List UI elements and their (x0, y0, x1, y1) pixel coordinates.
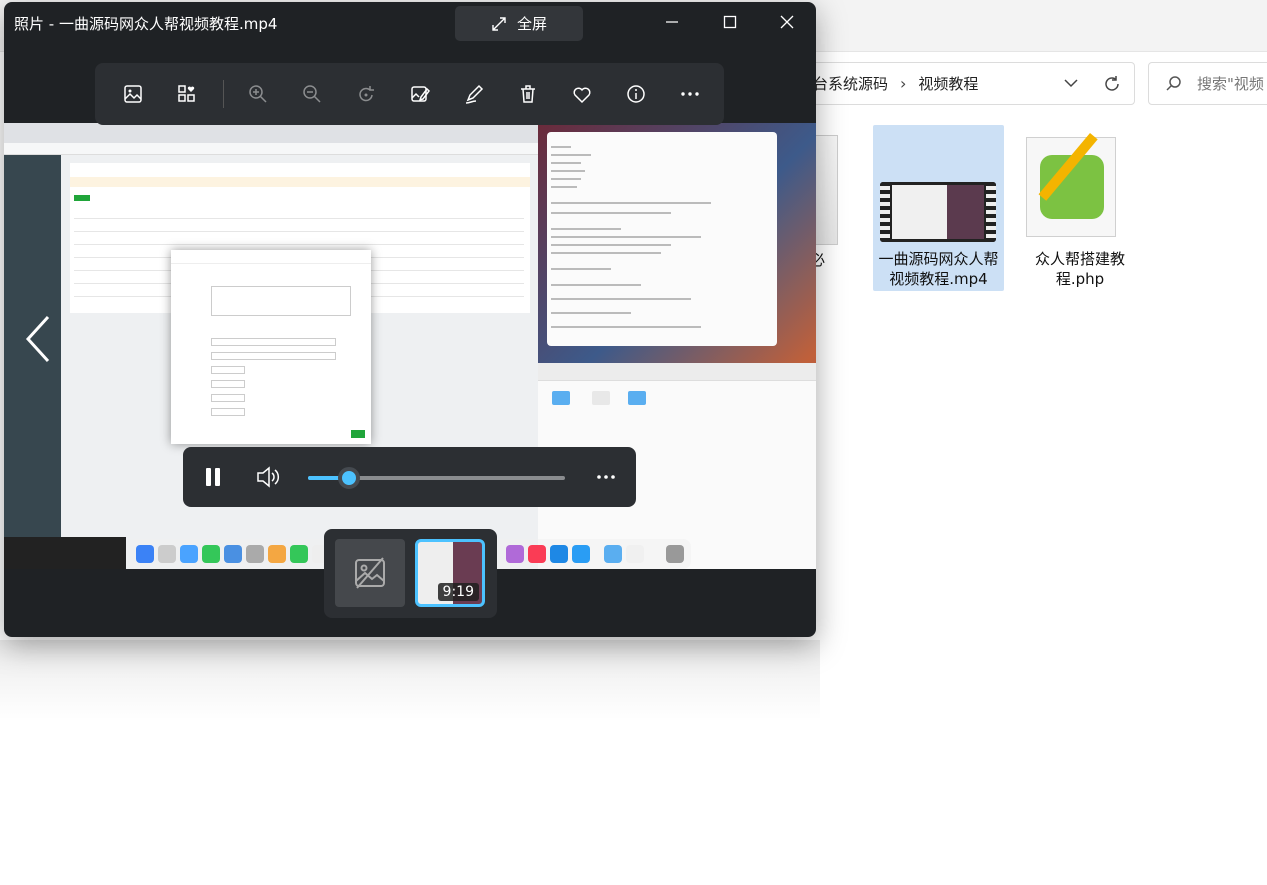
rotate-button[interactable] (346, 73, 387, 115)
fullscreen-label: 全屏 (516, 15, 547, 33)
volume-button[interactable] (253, 462, 283, 492)
filmstrip-item-previous[interactable] (335, 539, 405, 607)
draw-button[interactable] (454, 73, 495, 115)
desktop-screen: 台系统源码 › 视频教程 搜索"视频 免明必 一曲源码网众人帮视频教程.mp4 … (0, 0, 1267, 885)
refresh-icon[interactable] (1102, 74, 1122, 94)
file-item-video[interactable]: 一曲源码网众人帮视频教程.mp4 (873, 125, 1004, 291)
search-icon (1166, 75, 1181, 91)
pen-icon (466, 84, 484, 104)
info-button[interactable] (616, 73, 657, 115)
image-icon (123, 85, 142, 103)
favorite-button[interactable] (562, 73, 603, 115)
address-bar[interactable]: 台系统源码 › 视频教程 (780, 62, 1135, 105)
file-label: 一曲源码网众人帮视频教程.mp4 (878, 250, 999, 288)
edit-image-icon (411, 86, 431, 102)
heart-icon (573, 87, 591, 104)
chevron-down-icon[interactable] (1063, 75, 1079, 91)
more-icon (681, 92, 700, 96)
rotate-icon (359, 86, 375, 102)
file-label: 众人帮搭建教程.php (1034, 250, 1125, 288)
address-separator: › (900, 74, 907, 93)
video-content-taskbar (4, 537, 126, 569)
search-placeholder: 搜索"视频 (1197, 75, 1264, 93)
photos-app-window: 照片 - 一曲源码网众人帮视频教程.mp4 全屏 9:19 (4, 2, 816, 637)
minimize-button[interactable] (660, 10, 684, 34)
seek-bar[interactable] (308, 467, 565, 489)
pause-button[interactable] (198, 462, 228, 492)
title-bar[interactable]: 照片 - 一曲源码网众人帮视频教程.mp4 全屏 (4, 2, 816, 42)
address-segment-parent[interactable]: 台系统源码 (813, 73, 888, 94)
album-heart-icon (177, 85, 195, 102)
window-title: 照片 - 一曲源码网众人帮视频教程.mp4 (14, 15, 278, 33)
toolbar-separator (223, 80, 224, 108)
file-item-php[interactable]: 众人帮搭建教程.php (1020, 125, 1140, 291)
delete-button[interactable] (508, 73, 549, 115)
zoom-in-icon (249, 85, 267, 103)
address-segment-current[interactable]: 视频教程 (918, 73, 978, 94)
player-more-button[interactable] (591, 462, 621, 492)
broken-image-icon (355, 557, 385, 589)
previous-button[interactable] (20, 313, 56, 365)
maximize-button[interactable] (718, 10, 742, 34)
filmstrip: 9:19 (324, 529, 497, 618)
zoom-out-icon (303, 85, 321, 103)
trash-icon (521, 85, 536, 103)
fullscreen-button[interactable]: 全屏 (455, 6, 583, 41)
video-content-editor (547, 132, 777, 346)
video-file-icon (880, 182, 996, 242)
close-button[interactable] (775, 10, 799, 34)
crop-image-button[interactable] (112, 73, 153, 115)
more-options-button[interactable] (670, 73, 711, 115)
zoom-in-button[interactable] (238, 73, 279, 115)
search-input[interactable]: 搜索"视频 (1148, 62, 1267, 105)
info-icon (627, 85, 646, 103)
edit-image-button[interactable] (400, 73, 441, 115)
add-to-album-button[interactable] (166, 73, 207, 115)
filmstrip-item-current[interactable]: 9:19 (415, 539, 485, 607)
video-duration: 9:19 (437, 583, 479, 601)
video-player-controls (183, 447, 636, 507)
window-shadow (0, 640, 820, 720)
expand-icon (492, 16, 506, 31)
photo-toolbar (95, 63, 724, 125)
video-content-dialog (171, 250, 371, 444)
zoom-out-button[interactable] (292, 73, 333, 115)
seek-bar-thumb[interactable] (338, 467, 361, 489)
